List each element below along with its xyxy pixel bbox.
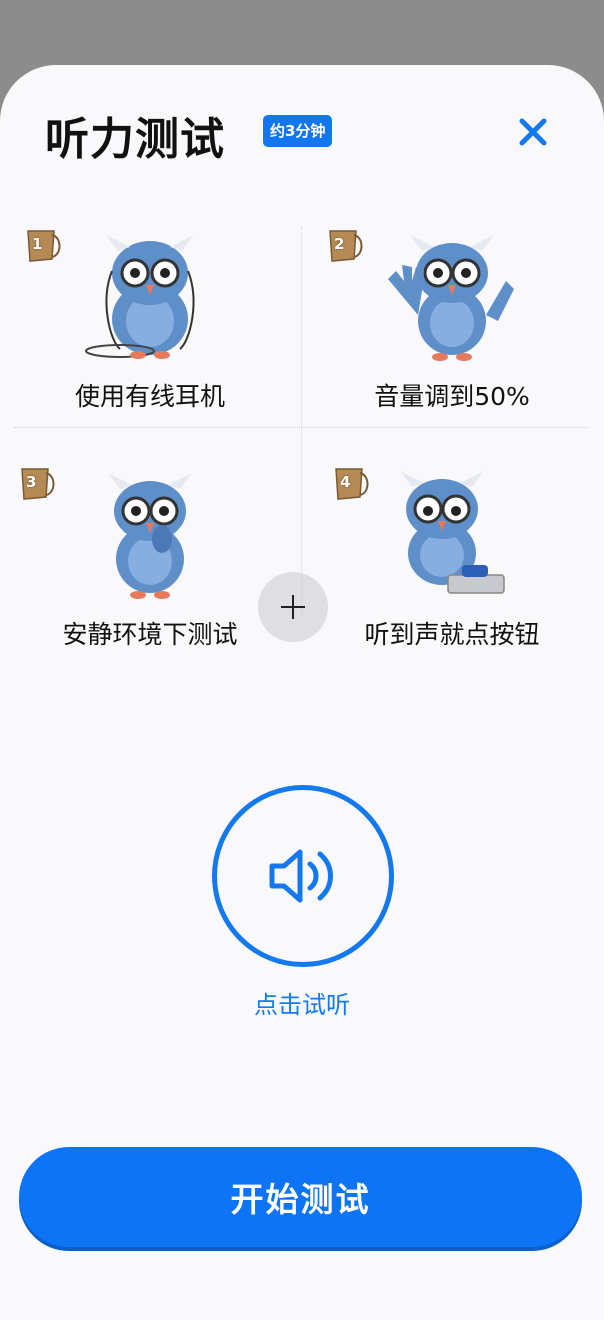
tip-number-badge: 3 [16, 465, 56, 505]
owl-button-icon [382, 469, 522, 601]
tip-label: 使用有线耳机 [74, 382, 225, 411]
tip-number-badge: 2 [324, 227, 364, 267]
start-test-button[interactable]: 开始测试 [19, 1147, 582, 1247]
owl-waving-icon [382, 231, 522, 363]
tip-item-4: 4 听到声就点按钮 [302, 465, 602, 655]
owl-quiet-icon [80, 469, 220, 601]
tip-label: 听到声就点按钮 [364, 620, 540, 649]
tip-number-badge: 1 [22, 227, 62, 267]
owl-headphones-icon [80, 231, 220, 363]
tip-label: 安静环境下测试 [62, 620, 238, 649]
tips-grid: 1 使用有线耳机 2 音量调到50% 3 安静环境下测试 4 听到声就点按钮 [0, 227, 604, 649]
page-title: 听力测试 [45, 114, 225, 165]
tip-item-3: 3 安静环境下测试 [0, 465, 300, 655]
listen-label[interactable]: 点击试听 [0, 985, 604, 1020]
tip-item-1: 1 使用有线耳机 [0, 227, 300, 417]
speaker-icon [269, 849, 333, 903]
hearing-test-sheet: 听力测试 约3分钟 1 使用有线耳机 2 音量调到50% 3 安静环境下测试 4… [0, 65, 604, 1320]
close-button[interactable] [511, 110, 555, 154]
listen-button[interactable] [212, 785, 394, 967]
plus-icon [258, 572, 328, 642]
tip-number-badge: 4 [330, 465, 370, 505]
duration-badge: 约3分钟 [263, 115, 333, 147]
tip-item-2: 2 音量调到50% [302, 227, 602, 417]
grid-divider-horizontal [14, 427, 588, 428]
tip-label: 音量调到50% [374, 382, 530, 411]
close-icon [519, 118, 547, 146]
